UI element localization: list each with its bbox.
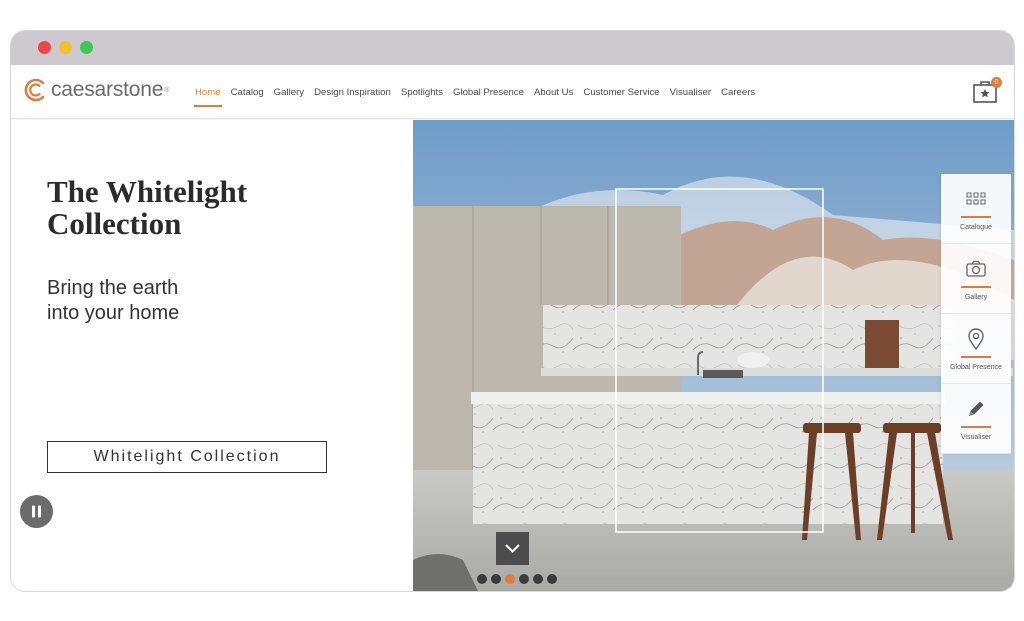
nav-visualiser[interactable]: Visualiser xyxy=(670,83,711,102)
browser-window: caesarstone ® Home Catalog Gallery Design… xyxy=(11,31,1014,591)
carousel-dot[interactable] xyxy=(491,574,501,584)
nav-spotlights[interactable]: Spotlights xyxy=(401,83,443,102)
map-pin-icon xyxy=(968,328,984,350)
minimize-window-button[interactable] xyxy=(59,41,72,54)
nav-home[interactable]: Home xyxy=(194,83,222,107)
camera-icon xyxy=(966,260,986,277)
hero-subtitle-line-2: into your home xyxy=(47,302,180,324)
brand-name: caesarstone xyxy=(51,78,164,101)
carousel-dot[interactable] xyxy=(477,574,487,584)
grid-icon xyxy=(966,192,986,205)
nav-design-inspiration[interactable]: Design Inspiration xyxy=(314,83,391,102)
registered-mark: ® xyxy=(164,86,170,94)
nav-about-us[interactable]: About Us xyxy=(534,83,573,102)
hero-subtitle-line-1: Bring the earth xyxy=(47,277,179,299)
hero-text-panel: The Whitelight Collection Bring the eart… xyxy=(11,120,413,591)
maximize-window-button[interactable] xyxy=(80,41,93,54)
hero-subtitle: Bring the earth into your home xyxy=(47,276,347,326)
nav-careers[interactable]: Careers xyxy=(721,83,755,102)
chevron-down-icon xyxy=(505,544,520,553)
nav-customer-service[interactable]: Customer Service xyxy=(583,83,659,102)
whitelight-collection-button[interactable]: Whitelight Collection xyxy=(47,441,327,473)
close-window-button[interactable] xyxy=(38,41,51,54)
hero-title: The Whitelight Collection xyxy=(47,176,387,240)
kitchen-scene-illustration xyxy=(413,120,1014,591)
caesarstone-logo-icon xyxy=(24,78,45,102)
side-item-underline xyxy=(961,216,991,218)
pause-slideshow-button[interactable] xyxy=(20,495,53,528)
carousel-dot-active[interactable] xyxy=(505,574,515,584)
side-item-label: Visualiser xyxy=(960,434,992,441)
cart-button[interactable]: 0 xyxy=(972,77,1002,105)
side-item-underline xyxy=(961,286,991,288)
side-item-label: Global Presence xyxy=(950,364,1002,371)
nav-catalog[interactable]: Catalog xyxy=(231,83,264,102)
side-item-visualiser[interactable]: Visualiser xyxy=(941,384,1011,454)
hero-image xyxy=(413,120,1014,591)
nav-global-presence[interactable]: Global Presence xyxy=(453,83,524,102)
side-item-catalogue[interactable]: Catalogue xyxy=(941,174,1011,244)
pencil-icon xyxy=(969,401,984,416)
site-header: caesarstone ® Home Catalog Gallery Design… xyxy=(11,65,1014,119)
side-item-underline xyxy=(961,356,991,358)
side-item-label: Gallery xyxy=(964,294,988,301)
hero-title-line-2: Collection xyxy=(47,206,182,241)
window-titlebar xyxy=(11,31,1014,65)
nav-gallery[interactable]: Gallery xyxy=(274,83,304,102)
carousel-dot[interactable] xyxy=(547,574,557,584)
main-navigation: Home Catalog Gallery Design Inspiration … xyxy=(194,65,765,119)
pause-icon xyxy=(32,505,41,518)
scroll-down-button[interactable] xyxy=(496,532,529,565)
quick-links-panel: Catalogue Gallery Global Presence Visual… xyxy=(941,174,1011,454)
hero-title-line-1: The Whitelight xyxy=(47,174,248,209)
side-item-global-presence[interactable]: Global Presence xyxy=(941,314,1011,384)
carousel-dot[interactable] xyxy=(533,574,543,584)
cart-count-badge: 0 xyxy=(991,77,1002,88)
carousel-indicators xyxy=(477,574,561,584)
side-item-label: Catalogue xyxy=(960,224,992,231)
side-item-gallery[interactable]: Gallery xyxy=(941,244,1011,314)
brand-logo[interactable]: caesarstone ® xyxy=(21,75,169,105)
carousel-dot[interactable] xyxy=(519,574,529,584)
side-item-underline xyxy=(961,426,991,428)
